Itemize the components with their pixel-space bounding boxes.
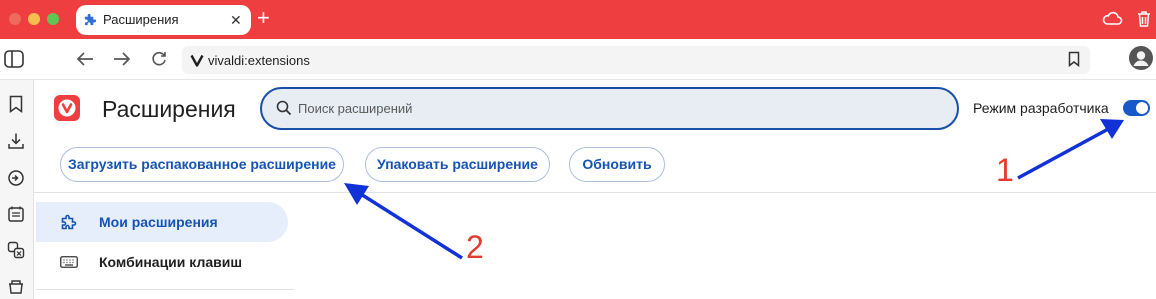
- annotation-number-1: 1: [996, 152, 1014, 188]
- annotation-number-2: 2: [466, 229, 484, 265]
- annotation-overlay: [344, 119, 1124, 260]
- annotation-arrow-2: [344, 183, 463, 260]
- annotation-arrow-1: [1017, 119, 1124, 180]
